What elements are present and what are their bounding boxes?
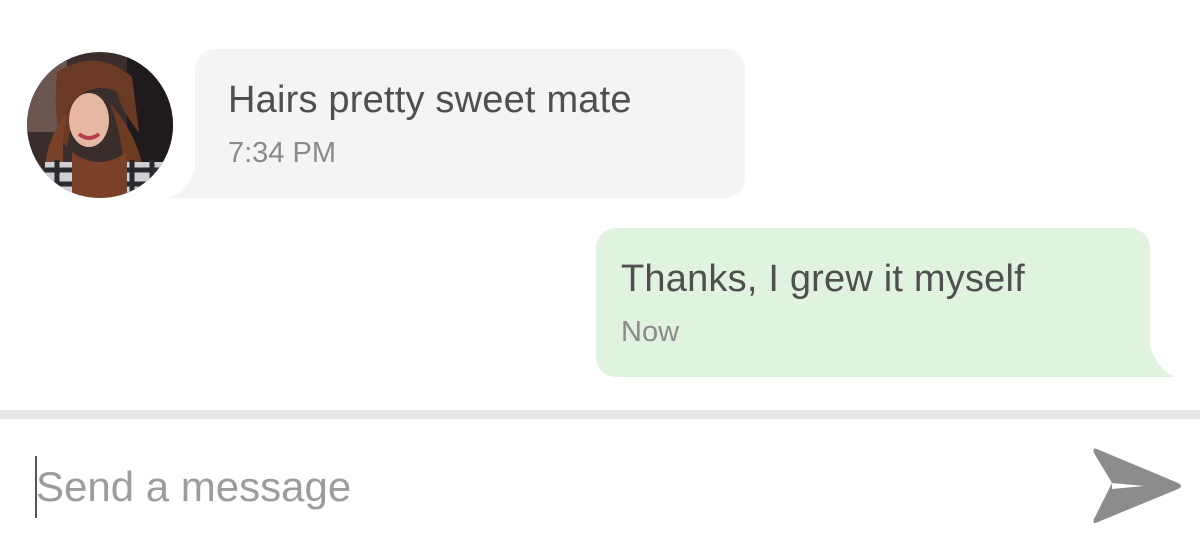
incoming-message: Hairs pretty sweet mate 7:34 PM bbox=[195, 49, 745, 198]
send-button[interactable] bbox=[1088, 443, 1182, 529]
outgoing-message: Thanks, I grew it myself Now bbox=[596, 228, 1150, 377]
message-text: Thanks, I grew it myself bbox=[621, 258, 1025, 300]
message-text: Hairs pretty sweet mate bbox=[228, 79, 632, 121]
avatar[interactable] bbox=[27, 52, 173, 198]
send-arrow-icon bbox=[1093, 448, 1181, 523]
message-input[interactable] bbox=[36, 449, 1036, 525]
message-timestamp: Now bbox=[621, 316, 680, 348]
message-composer bbox=[0, 419, 1200, 550]
message-timestamp: 7:34 PM bbox=[228, 137, 336, 169]
avatar-photo bbox=[27, 52, 173, 198]
composer-divider bbox=[0, 410, 1200, 419]
message-thread: Hairs pretty sweet mate 7:34 PM Thanks, … bbox=[0, 0, 1200, 410]
